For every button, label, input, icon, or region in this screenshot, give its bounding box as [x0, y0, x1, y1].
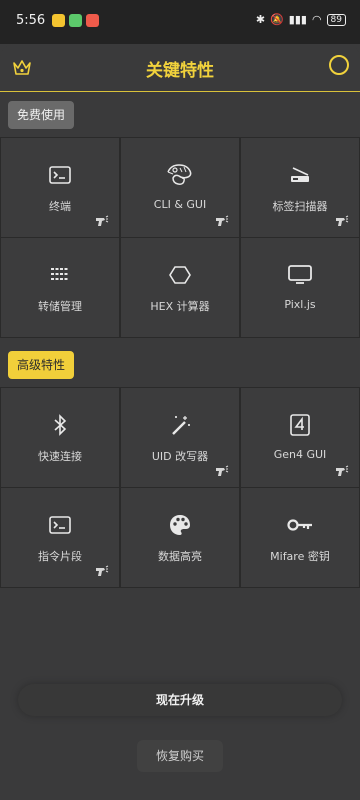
feature-label: Gen4 GUI — [273, 448, 327, 461]
feature-tile-quick-connect[interactable]: 快速连接 — [0, 388, 120, 488]
bluetooth-status-icon: ✱ — [255, 13, 266, 26]
feature-label: Pixl.js — [284, 298, 316, 311]
feature-tile-data-highlight[interactable]: 数据高亮 — [120, 488, 240, 588]
page-title: 关键特性 — [146, 61, 214, 81]
reader-device-icon — [216, 215, 229, 226]
messages-app-icon — [69, 14, 82, 27]
feature-tile-pixl[interactable]: Pixl.js — [240, 238, 360, 338]
number-4-icon — [290, 414, 310, 436]
signal-icon: ▮▮▮ — [288, 13, 307, 26]
status-time: 5:56 — [16, 13, 46, 28]
bluetooth-icon — [54, 414, 67, 436]
feature-label: 标签扫描器 — [272, 200, 328, 213]
key-icon — [287, 519, 312, 531]
feature-tile-command-snippets[interactable]: 指令片段 — [0, 488, 120, 588]
dump-icon — [51, 268, 69, 280]
features-sheet: 关键特性 免费使用 终端 CLI & GUI 标签扫描器 转储管理 HEX 计算… — [0, 44, 360, 800]
battery-icon: 89 — [326, 13, 346, 26]
notes-app-icon — [52, 14, 65, 27]
wifi-icon: ◠ — [311, 13, 322, 26]
feature-label: 转储管理 — [38, 300, 82, 313]
magic-wand-icon — [172, 416, 190, 435]
monitor-icon — [288, 265, 312, 284]
restore-purchase-button[interactable]: 恢复购买 — [137, 740, 223, 772]
feature-label: HEX 计算器 — [150, 300, 210, 313]
reader-device-icon — [336, 465, 349, 476]
feature-label: 指令片段 — [38, 550, 82, 563]
reader-device-icon — [336, 215, 349, 226]
system-icons: ✱ 🔕 ▮▮▮ ◠ 89 — [256, 13, 346, 26]
terminal-icon — [49, 166, 71, 184]
feature-tile-mifare-keys[interactable]: Mifare 密钥 — [240, 488, 360, 588]
header: 关键特性 — [0, 44, 360, 92]
scanner-icon — [291, 167, 309, 182]
feature-tile-dump-manager[interactable]: 转储管理 — [0, 238, 120, 338]
mute-icon: 🔕 — [270, 13, 284, 26]
feature-label: Mifare 密钥 — [270, 550, 330, 563]
feature-tile-gen4-gui[interactable]: Gen4 GUI — [240, 388, 360, 488]
notification-icons — [52, 14, 99, 27]
hexagon-icon — [169, 266, 191, 284]
feature-label: 终端 — [49, 200, 71, 213]
feature-label: 数据高亮 — [158, 550, 202, 563]
reader-device-icon — [216, 465, 229, 476]
feature-tile-uid-writer[interactable]: UID 改写器 — [120, 388, 240, 488]
feature-tile-cli-gui[interactable]: CLI & GUI — [120, 138, 240, 238]
circle-icon[interactable] — [328, 54, 350, 76]
feature-tile-hex-calculator[interactable]: HEX 计算器 — [120, 238, 240, 338]
chameleon-icon — [167, 164, 192, 185]
status-bar: 5:56 ✱ 🔕 ▮▮▮ ◠ 89 — [0, 0, 360, 44]
feature-label: 快速连接 — [38, 450, 82, 463]
feature-label: CLI & GUI — [153, 198, 207, 211]
feature-label: UID 改写器 — [151, 450, 209, 463]
pro-features-grid: 快速连接 UID 改写器 Gen4 GUI 指令片段 数据高亮 Mifare 密… — [0, 387, 360, 588]
pro-section-label: 高级特性 — [8, 351, 75, 379]
reader-device-icon — [96, 215, 109, 226]
recorder-app-icon — [86, 14, 99, 27]
free-section-label: 免费使用 — [8, 101, 75, 129]
terminal-icon — [49, 516, 71, 534]
free-features-grid: 终端 CLI & GUI 标签扫描器 转储管理 HEX 计算器 Pixl.js — [0, 137, 360, 338]
palette-icon — [170, 515, 190, 535]
upgrade-button[interactable]: 现在升级 — [18, 684, 342, 716]
feature-tile-terminal[interactable]: 终端 — [0, 138, 120, 238]
feature-tile-tag-scanner[interactable]: 标签扫描器 — [240, 138, 360, 238]
reader-device-icon — [96, 565, 109, 576]
